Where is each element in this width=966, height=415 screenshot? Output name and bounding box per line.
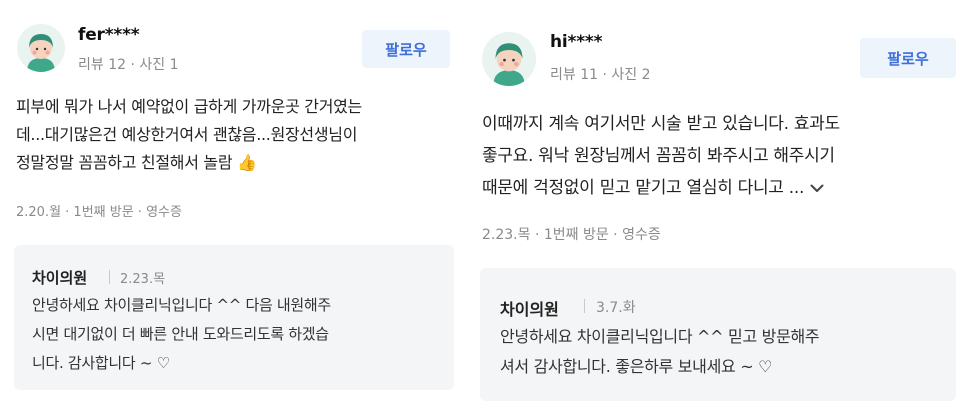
reply-text-line: 시면 대기없이 더 빠른 안내 도와드리도록 하겠습: [32, 325, 329, 343]
review-text-line: 정말정말 꼼꼼하고 친절해서 놀람 👍: [16, 153, 257, 172]
reply-text-line: 셔서 감사합니다. 좋은하루 보내세요 ~ ♡: [500, 357, 773, 376]
review-text[interactable]: 피부에 뭐가 나서 예약없이 급하게 가까운곳 간거였는 데...대기많은건 예…: [16, 93, 462, 177]
avatar[interactable]: [17, 24, 65, 72]
reply-divider: [584, 299, 585, 313]
review-text-line: 좋구요. 워낙 원장님께서 꼼꼼히 봐주시고 해주시기: [482, 146, 835, 166]
review-text-expandable: 때문에 걱정없이 믿고 맡기고 열심히 다니고 ...: [482, 172, 960, 204]
review-text-line: 피부에 뭐가 나서 예약없이 급하게 가까운곳 간거였는: [16, 97, 362, 116]
reply-text-line: 안녕하세요 차이클리닉입니다 ^^ 믿고 방문해주: [500, 327, 820, 346]
follow-button[interactable]: 팔로우: [860, 38, 956, 78]
user-meta: 리뷰 12 · 사진 1: [78, 57, 179, 73]
reply-text: 안녕하세요 차이클리닉입니다 ^^ 믿고 방문해주 셔서 감사합니다. 좋은하루…: [500, 322, 940, 382]
reply-author: 차이의원: [32, 269, 88, 287]
reply-text-line: 니다. 감사합니다 ~ ♡: [32, 354, 170, 372]
user-name[interactable]: fer****: [78, 25, 140, 45]
reply-author: 차이의원: [500, 300, 559, 319]
user-avatar-icon: [17, 24, 65, 72]
reply-date: 3.7.화: [596, 300, 636, 316]
review-text-line: 이때까지 계속 여기서만 시술 받고 있습니다. 효과도: [482, 114, 840, 134]
reply-text: 안녕하세요 차이클리닉입니다 ^^ 다음 내원해주 시면 대기없이 더 빠른 안…: [32, 291, 442, 378]
visit-meta: 2.23.목 · 1번째 방문 · 영수증: [482, 227, 661, 243]
chevron-down-icon[interactable]: [810, 172, 824, 204]
review-card: hi**** 리뷰 11 · 사진 2 팔로우 이때까지 계속 여기서만 시술 …: [468, 0, 966, 415]
owner-reply: 차이의원 3.7.화 안녕하세요 차이클리닉입니다 ^^ 믿고 방문해주 셔서 …: [480, 268, 956, 401]
review-text[interactable]: 이때까지 계속 여기서만 시술 받고 있습니다. 효과도 좋구요. 워낙 원장님…: [482, 108, 960, 204]
review-card: fer**** 리뷰 12 · 사진 1 팔로우 피부에 뭐가 나서 예약없이 …: [0, 0, 468, 415]
user-name[interactable]: hi****: [550, 32, 602, 52]
owner-reply: 차이의원 2.23.목 안녕하세요 차이클리닉입니다 ^^ 다음 내원해주 시면…: [14, 245, 454, 390]
reply-date: 2.23.목: [120, 272, 166, 287]
review-text-line: 때문에 걱정없이 믿고 맡기고 열심히 다니고 ...: [482, 178, 805, 198]
reply-divider: [109, 270, 110, 284]
user-avatar-icon: [482, 32, 536, 86]
user-meta: 리뷰 11 · 사진 2: [550, 67, 651, 83]
visit-meta: 2.20.월 · 1번째 방문 · 영수증: [16, 205, 182, 220]
avatar[interactable]: [482, 32, 536, 86]
review-text-line: 데...대기많은건 예상한거여서 괜찮음...원장선생님이: [16, 125, 358, 144]
follow-button[interactable]: 팔로우: [362, 30, 450, 68]
reply-text-line: 안녕하세요 차이클리닉입니다 ^^ 다음 내원해주: [32, 296, 331, 314]
